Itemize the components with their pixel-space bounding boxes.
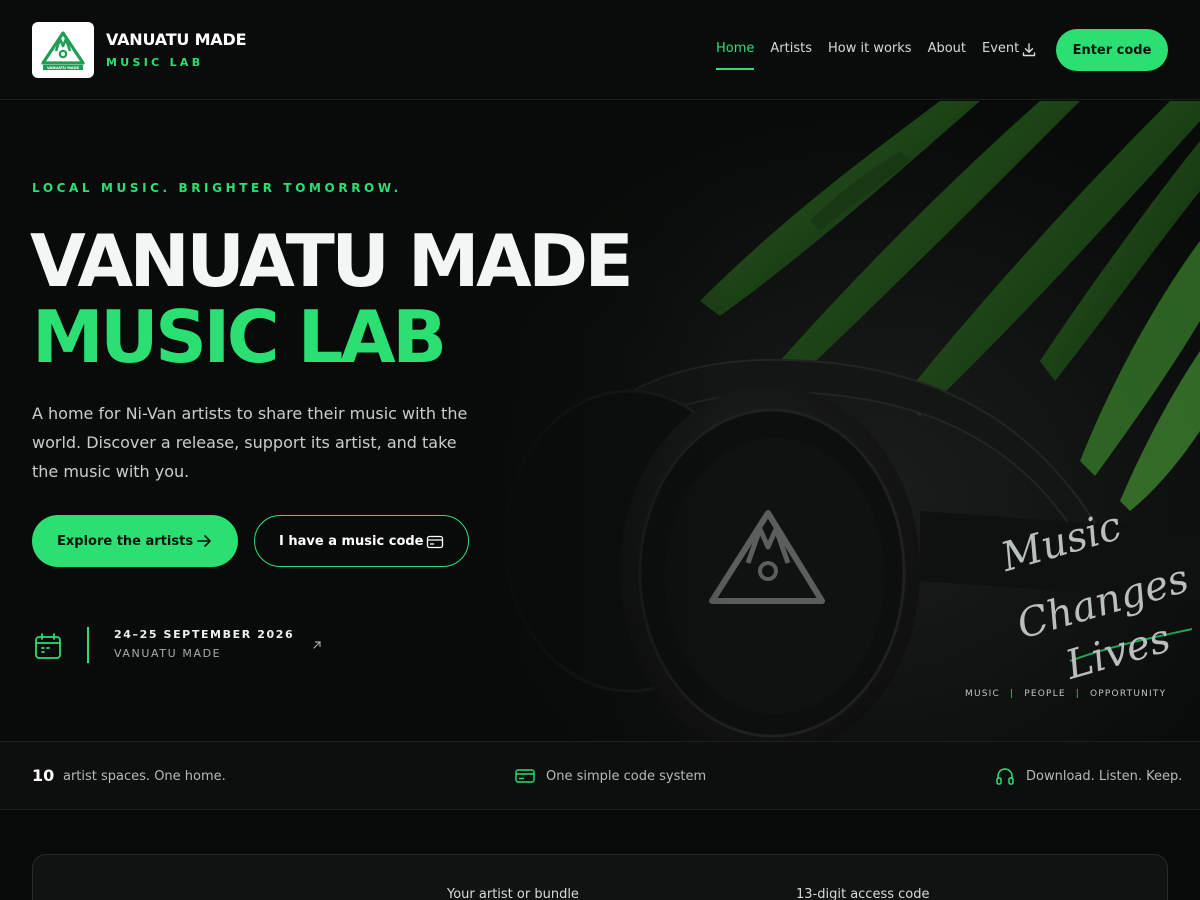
event-divider — [87, 627, 89, 663]
stats-bar: 10 artist spaces. One home. One simple c… — [0, 741, 1200, 810]
nav-artists[interactable]: Artists — [770, 41, 812, 56]
tagline-opportunity: OPPORTUNITY — [1090, 689, 1167, 699]
artist-count: 10 — [32, 766, 55, 785]
stat-download-listen: Download. Listen. Keep. — [1026, 769, 1183, 784]
nav-event[interactable]: Event — [982, 41, 1019, 56]
explore-artists-label: Explore the artists — [57, 533, 194, 549]
enter-code-button[interactable]: Enter code — [1056, 29, 1168, 71]
hero-description: A home for Ni-Van artists to share their… — [32, 404, 468, 481]
brand-subtitle: MUSIC LAB — [106, 56, 204, 69]
hero-eyebrow: LOCAL MUSIC. BRIGHTER TOMORROW. — [32, 181, 402, 195]
site-header: VANUATU MADE VANUATU MADE MUSIC LAB Home… — [0, 0, 1200, 100]
tagline-music: MUSIC — [965, 689, 1001, 699]
nav-about[interactable]: About — [928, 41, 966, 56]
credit-card-icon — [426, 535, 444, 549]
brand-logo[interactable]: VANUATU MADE — [32, 22, 94, 78]
tagline-people: PEOPLE — [1024, 689, 1066, 699]
code-entry-panel: Your artist or bundle 13-digit access co… — [32, 854, 1168, 900]
hero-title-line1: VANUATU MADE — [30, 219, 634, 303]
calendar-icon — [35, 633, 61, 659]
external-link-icon[interactable] — [311, 639, 323, 651]
event-place: VANUATU MADE — [114, 647, 222, 660]
page: VANUATU MADE VANUATU MADE MUSIC LAB Home… — [0, 0, 1200, 900]
arrow-right-icon — [197, 535, 211, 547]
svg-text:VANUATU MADE: VANUATU MADE — [47, 66, 80, 70]
brand-title[interactable]: VANUATU MADE — [106, 30, 247, 49]
hero-title-line2: MUSIC LAB — [32, 295, 447, 379]
download-icon[interactable] — [1021, 42, 1037, 58]
access-code-label: 13-digit access code — [796, 887, 930, 900]
artist-bundle-label: Your artist or bundle — [447, 887, 579, 900]
hero-section: LOCAL MUSIC. BRIGHTER TOMORROW. VANUATU … — [0, 101, 1200, 741]
nav-home[interactable]: Home — [716, 41, 755, 70]
music-code-label: I have a music code — [279, 533, 424, 549]
main-nav: Home Artists How it works About Event — [716, 41, 1019, 70]
mountain-logo-icon: VANUATU MADE — [41, 31, 85, 70]
stat-artist-spaces: artist spaces. One home. — [63, 769, 226, 784]
headphones-icon — [996, 768, 1014, 785]
credit-card-icon — [515, 769, 535, 783]
nav-how-it-works[interactable]: How it works — [828, 41, 912, 56]
stat-code-system: One simple code system — [546, 769, 707, 784]
event-date: 24–25 SEPTEMBER 2026 — [114, 628, 295, 641]
hero-tagline: MUSIC | PEOPLE | OPPORTUNITY — [965, 689, 1167, 699]
music-code-button[interactable]: I have a music code — [254, 515, 469, 567]
explore-artists-button[interactable]: Explore the artists — [32, 515, 238, 567]
